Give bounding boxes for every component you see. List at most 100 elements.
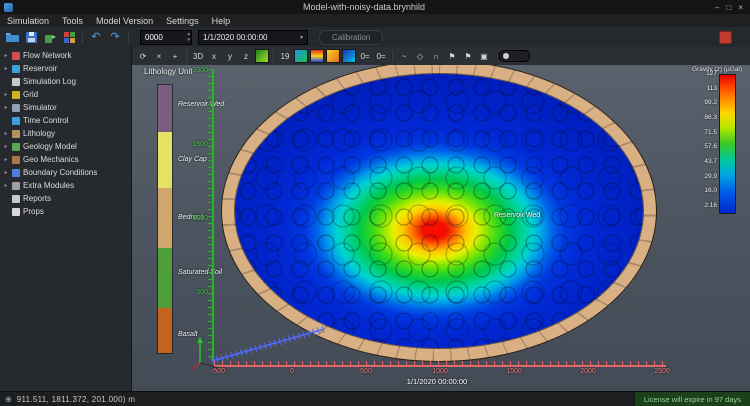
legend-label: Saturated Soil xyxy=(178,269,222,276)
timestep-spinner[interactable]: 0000 ▴▾ xyxy=(140,30,192,45)
sidebar-item-extra-modules[interactable]: Extra Modules xyxy=(0,179,131,192)
cursor-coordinates: 911.511, 1811.372, 201.000) m xyxy=(17,395,136,404)
result-layer-button[interactable] xyxy=(294,49,308,63)
log-icon xyxy=(12,78,20,86)
open-folder-button[interactable] xyxy=(4,30,20,45)
polyline-tool-button[interactable]: ~ xyxy=(397,49,411,63)
close-button[interactable]: × xyxy=(738,3,743,12)
export-button[interactable] xyxy=(42,30,58,45)
status-bar: ⊕ 911.511, 1811.372, 201.000) m License … xyxy=(0,391,750,406)
polygon-tool-button[interactable]: ◇ xyxy=(413,49,427,63)
grid-density-button[interactable]: 19 xyxy=(278,49,292,63)
chevron-right-icon[interactable] xyxy=(3,143,9,150)
colorbar-title: Gravity (z) (µGal) xyxy=(692,66,742,73)
spinner-arrows-icon[interactable]: ▴▾ xyxy=(187,31,190,43)
zero-level-button[interactable]: 0= xyxy=(358,49,372,63)
scene-3d-view[interactable]: Reservoir Wed Lithology Unit Reservoir W… xyxy=(132,65,750,392)
main-area: Flow Network Reservoir Simulation Log Gr… xyxy=(0,47,750,392)
view-z-button[interactable]: z xyxy=(239,49,253,63)
sidebar-item-grid[interactable]: Grid xyxy=(0,88,131,101)
license-status-badge: License will expire in 97 days xyxy=(634,392,750,406)
chevron-right-icon[interactable] xyxy=(3,52,9,59)
undo-button[interactable]: ↶ xyxy=(88,30,104,45)
slider-handle[interactable] xyxy=(503,53,509,59)
sidebar-item-reports[interactable]: Reports xyxy=(0,192,131,205)
maximize-button[interactable]: □ xyxy=(726,3,731,12)
menu-settings[interactable]: Settings xyxy=(166,16,199,26)
calibration-button[interactable]: Calibration xyxy=(319,30,383,45)
snapshot-button[interactable]: ▣ xyxy=(477,49,491,63)
sidebar-item-simulation-log[interactable]: Simulation Log xyxy=(0,75,131,88)
sidebar-item-flow-network[interactable]: Flow Network xyxy=(0,49,131,62)
select-tool-button[interactable]: × xyxy=(152,49,166,63)
contour-layer-button[interactable] xyxy=(342,49,356,63)
menu-simulation[interactable]: Simulation xyxy=(7,16,49,26)
geology-icon xyxy=(12,143,20,151)
window-title: Model-with-noisy-data.brynhild xyxy=(13,0,715,14)
grid-icon xyxy=(64,32,75,43)
y-axis-label: 1000 xyxy=(174,215,208,222)
legend-label: Clay Cap xyxy=(178,156,207,163)
redo-button[interactable]: ↷ xyxy=(107,30,123,45)
chevron-right-icon[interactable] xyxy=(3,156,9,163)
viewport: ⟳ × + 3D x y z 19 0= 0= ~ ◇ ∩ xyxy=(132,47,750,392)
chevron-right-icon[interactable] xyxy=(3,104,9,111)
zero-datum-button[interactable]: 0= xyxy=(374,49,388,63)
sidebar-item-boundary-conditions[interactable]: Boundary Conditions xyxy=(0,166,131,179)
legend-segment xyxy=(158,248,172,308)
sidebar-item-simulator[interactable]: Simulator xyxy=(0,101,131,114)
well-label: Reservoir Wed xyxy=(494,212,540,219)
toolbar-separator xyxy=(128,31,129,44)
legend-segment xyxy=(158,188,172,248)
view-3d-button[interactable]: 3D xyxy=(191,49,205,63)
view-y-button[interactable]: y xyxy=(223,49,237,63)
boundary-icon xyxy=(12,169,20,177)
chevron-right-icon[interactable] xyxy=(3,91,9,98)
voronoi-mesh-overlay xyxy=(235,74,643,348)
chevron-right-icon[interactable] xyxy=(3,182,9,189)
viewport-toolbar: ⟳ × + 3D x y z 19 0= 0= ~ ◇ ∩ xyxy=(132,47,750,66)
chevron-right-icon[interactable] xyxy=(3,65,9,72)
opacity-slider[interactable] xyxy=(499,50,530,62)
arc-tool-button[interactable]: ∩ xyxy=(429,49,443,63)
y-axis-label: 500 xyxy=(174,289,208,296)
sidebar-item-reservoir[interactable]: Reservoir xyxy=(0,62,131,75)
flag-marker-button-2[interactable]: ⚑ xyxy=(461,49,475,63)
main-toolbar: ↶ ↷ 0000 ▴▾ 1/1/2020 00:00:00 ▾ Calibrat… xyxy=(0,27,750,48)
sidebar-item-time-control[interactable]: Time Control xyxy=(0,114,131,127)
legend-segment xyxy=(158,132,172,188)
colormap-button[interactable] xyxy=(310,49,324,63)
x-axis-label: 2500 xyxy=(654,368,670,375)
menu-bar: Simulation Tools Model Version Settings … xyxy=(0,14,750,27)
save-button[interactable] xyxy=(23,30,39,45)
grid-view-button[interactable] xyxy=(61,30,77,45)
chevron-right-icon[interactable] xyxy=(3,169,9,176)
chevron-down-icon: ▾ xyxy=(300,34,303,41)
minimize-button[interactable]: – xyxy=(715,3,719,12)
mechanics-icon xyxy=(12,156,20,164)
rotate-tool-button[interactable]: ⟳ xyxy=(136,49,150,63)
menu-model-version[interactable]: Model Version xyxy=(96,16,153,26)
y-axis-label: 2000 xyxy=(174,67,208,74)
surface-layer-button[interactable] xyxy=(326,49,340,63)
pan-tool-button[interactable]: + xyxy=(168,49,182,63)
gravity-colorbar xyxy=(719,74,736,214)
chevron-right-icon[interactable] xyxy=(3,130,9,137)
export-icon xyxy=(45,32,56,43)
flag-marker-button[interactable]: ⚑ xyxy=(445,49,459,63)
title-bar: Model-with-noisy-data.brynhild – □ × xyxy=(0,0,750,14)
color-mode-button[interactable] xyxy=(255,49,269,63)
clock-icon xyxy=(12,117,20,125)
sidebar-item-geo-mechanics[interactable]: Geo Mechanics xyxy=(0,153,131,166)
menu-tools[interactable]: Tools xyxy=(62,16,83,26)
x-axis-label: 1000 xyxy=(432,368,448,375)
modules-icon xyxy=(12,182,20,190)
sidebar-item-props[interactable]: Props xyxy=(0,205,131,218)
sidebar-item-geology-model[interactable]: Geology Model xyxy=(0,140,131,153)
date-combobox[interactable]: 1/1/2020 00:00:00 ▾ xyxy=(198,30,308,45)
view-x-button[interactable]: x xyxy=(207,49,221,63)
application-window: Model-with-noisy-data.brynhild – □ × Sim… xyxy=(0,0,750,406)
sidebar-item-lithology[interactable]: Lithology xyxy=(0,127,131,140)
menu-help[interactable]: Help xyxy=(212,16,231,26)
stop-button[interactable] xyxy=(719,31,732,44)
